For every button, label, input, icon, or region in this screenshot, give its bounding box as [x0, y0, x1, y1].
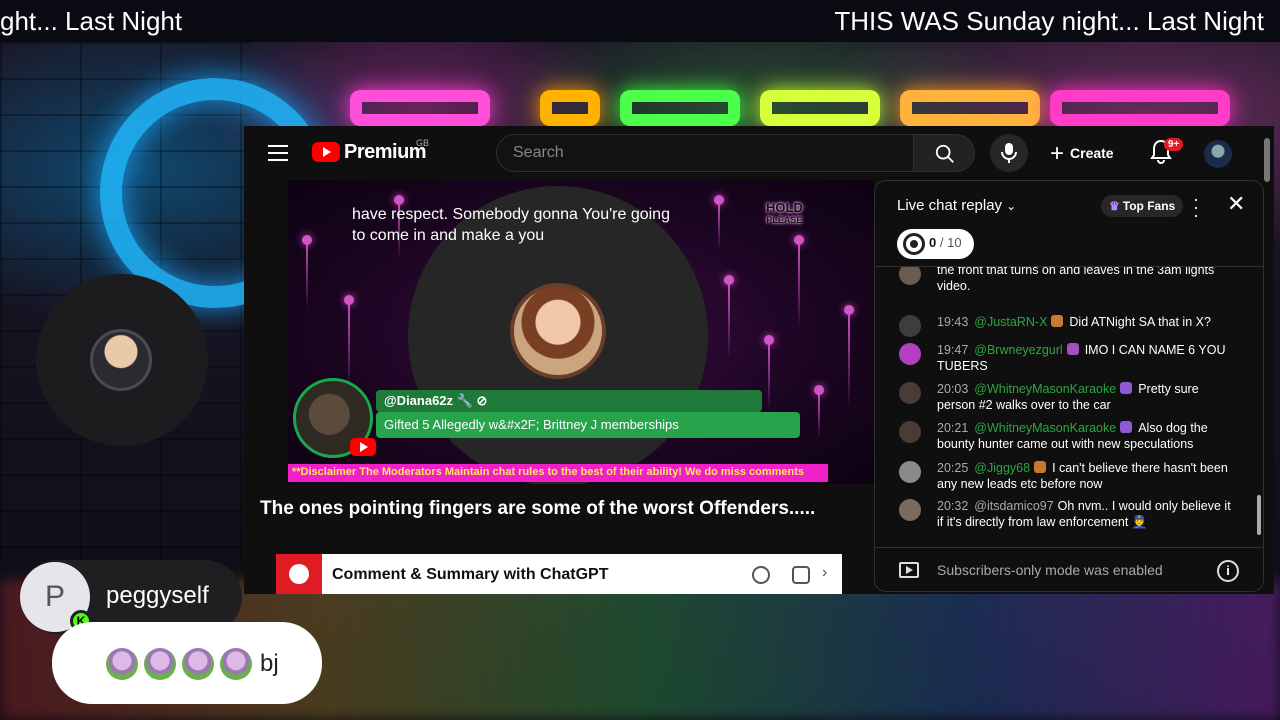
host-avatar: [90, 329, 152, 391]
chat-avatar: [899, 421, 921, 443]
news-ticker: ght... Last Night THIS WAS Sunday night.…: [0, 0, 1280, 42]
youtube-play-icon: [350, 438, 376, 456]
chat-avatar: [899, 315, 921, 337]
neon-sign-letter: [540, 90, 600, 126]
chat-goal-pill[interactable]: 0 / 10: [897, 229, 974, 259]
youtube-brand[interactable]: Premium: [344, 141, 427, 164]
chat-message: 20:25 @Jiggy68 I can't believe there hasn'…: [899, 461, 1239, 492]
top-fans-button[interactable]: ♛ Top Fans: [1101, 195, 1184, 217]
search-button[interactable]: [913, 134, 975, 172]
microphone-icon: [1001, 143, 1017, 163]
chat-scrollbar[interactable]: [1257, 495, 1261, 535]
live-chat-panel: Live chat replay ⌄ ♛ Top Fans · · · ✕ 0 / 10…: [874, 180, 1264, 592]
gift-username: @Diana62z 🔧 ⊘: [376, 390, 762, 412]
chat-message: 20:21 @WhitneyMasonKaraoke Also dog the bo…: [899, 421, 1239, 452]
avatar-emote-icon: [106, 648, 138, 680]
neon-sign-letter: [350, 90, 490, 126]
chevron-right-icon[interactable]: ›: [822, 564, 827, 582]
chat-avatar: [899, 461, 921, 483]
member-badge-icon: [1120, 421, 1133, 433]
info-icon[interactable]: i: [1217, 560, 1239, 582]
chat-message: 20:03 @WhitneyMasonKaraoke Pretty sure per…: [899, 382, 1239, 413]
openai-icon[interactable]: [752, 566, 770, 584]
chat-message-text: bj: [260, 650, 279, 677]
ticker-text-right: THIS WAS Sunday night... Last Night: [834, 6, 1264, 36]
search-input[interactable]: Search: [496, 134, 914, 172]
youtube-logo-icon[interactable]: [312, 142, 340, 162]
member-badge-icon: [1034, 461, 1047, 473]
member-badge-icon: [1066, 343, 1079, 355]
youtube-window: Premium GB Search + Create 9+ have respec…: [244, 126, 1274, 594]
chatgpt-extension-bar[interactable]: Comment & Summary with ChatGPT ›: [276, 554, 842, 594]
plus-icon: +: [1050, 140, 1065, 167]
more-options-icon[interactable]: · · ·: [1193, 190, 1199, 224]
chat-message: 19:47 @Brwneyezgurl IMO I CAN NAME 6 YOU T…: [899, 343, 1239, 374]
chat-avatar: [899, 382, 921, 404]
closed-caption: have respect. Somebody gonna You're goin…: [352, 206, 670, 244]
chat-message: 19:43 @JustaRN-X Did ATNight SA that in X?: [899, 315, 1239, 337]
chat-avatar: [899, 343, 921, 365]
chat-avatar: [899, 499, 921, 521]
video-title: The ones pointing fingers are some of th…: [260, 498, 816, 519]
chat-footer: Subscribers-only mode was enabled i: [875, 547, 1263, 591]
copy-icon[interactable]: [792, 566, 810, 584]
hamburger-menu-icon[interactable]: [268, 145, 288, 161]
member-badge-icon: [1051, 315, 1064, 327]
chat-avatar: [899, 267, 921, 285]
chat-message: the front that turns on and leaves in th…: [899, 267, 1239, 294]
neon-sign-letter: [900, 90, 1040, 126]
account-avatar[interactable]: [1204, 140, 1232, 168]
chevron-down-icon: ⌄: [1006, 199, 1017, 213]
hold-please-logo: HOLD PLEASE: [766, 200, 803, 225]
chat-mode-dropdown[interactable]: Live chat replay ⌄: [897, 197, 1016, 214]
search-icon: [935, 144, 954, 163]
create-button[interactable]: + Create: [1050, 140, 1114, 168]
member-badge-icon: [1120, 382, 1133, 394]
youtube-header: Premium GB Search + Create 9+: [244, 126, 1274, 180]
crown-icon: ♛: [1109, 199, 1120, 213]
chat-message: 20:32 @itsdamico97 Oh nvm.. I would only b…: [899, 499, 1239, 530]
ticker-text-left: ght... Last Night: [0, 6, 183, 36]
video-host-avatar: [510, 283, 606, 379]
avatar-emote-icon: [182, 648, 214, 680]
chat-header: Live chat replay ⌄ ♛ Top Fans · · · ✕ 0 / 10: [875, 181, 1263, 267]
target-icon: [903, 233, 925, 255]
neon-sign-letter: [1050, 90, 1230, 126]
close-icon[interactable]: ✕: [1227, 191, 1245, 217]
region-code: GB: [416, 138, 430, 148]
gift-message: Gifted 5 Allegedly w&#x2F; Brittney J me…: [376, 412, 800, 438]
chat-status-text: Subscribers-only mode was enabled: [937, 562, 1163, 578]
chat-message-list[interactable]: the front that turns on and leaves in th…: [875, 267, 1263, 547]
avatar-emote-icon: [220, 648, 252, 680]
extension-logo-icon: [276, 554, 322, 594]
window-scrollbar[interactable]: [1264, 138, 1270, 182]
notification-count-badge: 9+: [1164, 138, 1184, 151]
avatar-emote-icon: [144, 648, 176, 680]
neon-sign-letter: [620, 90, 740, 126]
voice-search-button[interactable]: [990, 134, 1028, 172]
chat-username: peggyself: [106, 582, 209, 609]
subscribers-mode-icon: [899, 562, 919, 578]
disclaimer-banner: **Disclaimer The Moderators Maintain cha…: [288, 464, 828, 482]
neon-sign-letter: [760, 90, 880, 126]
extension-label: Comment & Summary with ChatGPT: [332, 566, 609, 583]
video-player[interactable]: have respect. Somebody gonna You're goin…: [288, 180, 874, 484]
